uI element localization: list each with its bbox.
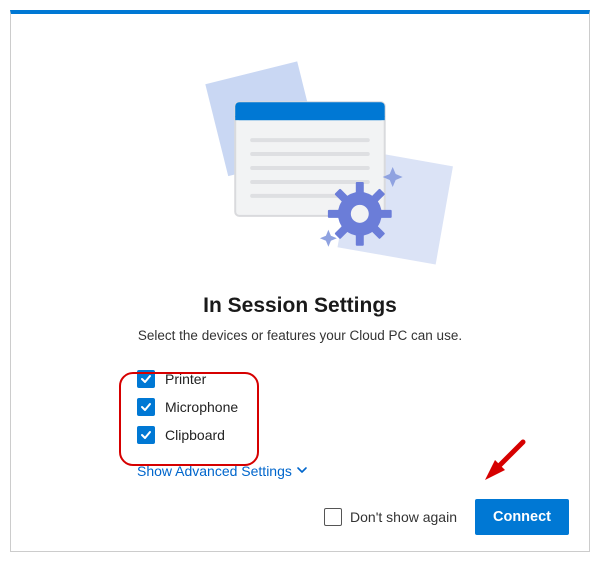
connect-button[interactable]: Connect [475,499,569,535]
dialog-footer: Don't show again Connect [324,499,569,535]
checkbox-printer[interactable] [137,370,155,388]
dont-show-again[interactable]: Don't show again [324,508,457,526]
dialog-title: In Session Settings [11,294,589,318]
option-microphone[interactable]: Microphone [137,393,589,421]
device-options: Printer Microphone Clipboard [137,365,589,449]
option-label: Microphone [165,399,238,415]
checkbox-dont-show[interactable] [324,508,342,526]
dialog-subtitle: Select the devices or features your Clou… [11,328,589,343]
checkbox-clipboard[interactable] [137,426,155,444]
option-printer[interactable]: Printer [137,365,589,393]
checkbox-microphone[interactable] [137,398,155,416]
settings-dialog: In Session Settings Select the devices o… [10,10,590,552]
option-label: Clipboard [165,427,225,443]
option-label: Printer [165,371,206,387]
gear-icon [328,182,392,246]
advanced-label: Show Advanced Settings [137,463,292,479]
option-clipboard[interactable]: Clipboard [137,421,589,449]
illustration [11,54,589,284]
chevron-down-icon [296,463,308,479]
dont-show-label: Don't show again [350,509,457,525]
show-advanced-link[interactable]: Show Advanced Settings [137,463,308,479]
